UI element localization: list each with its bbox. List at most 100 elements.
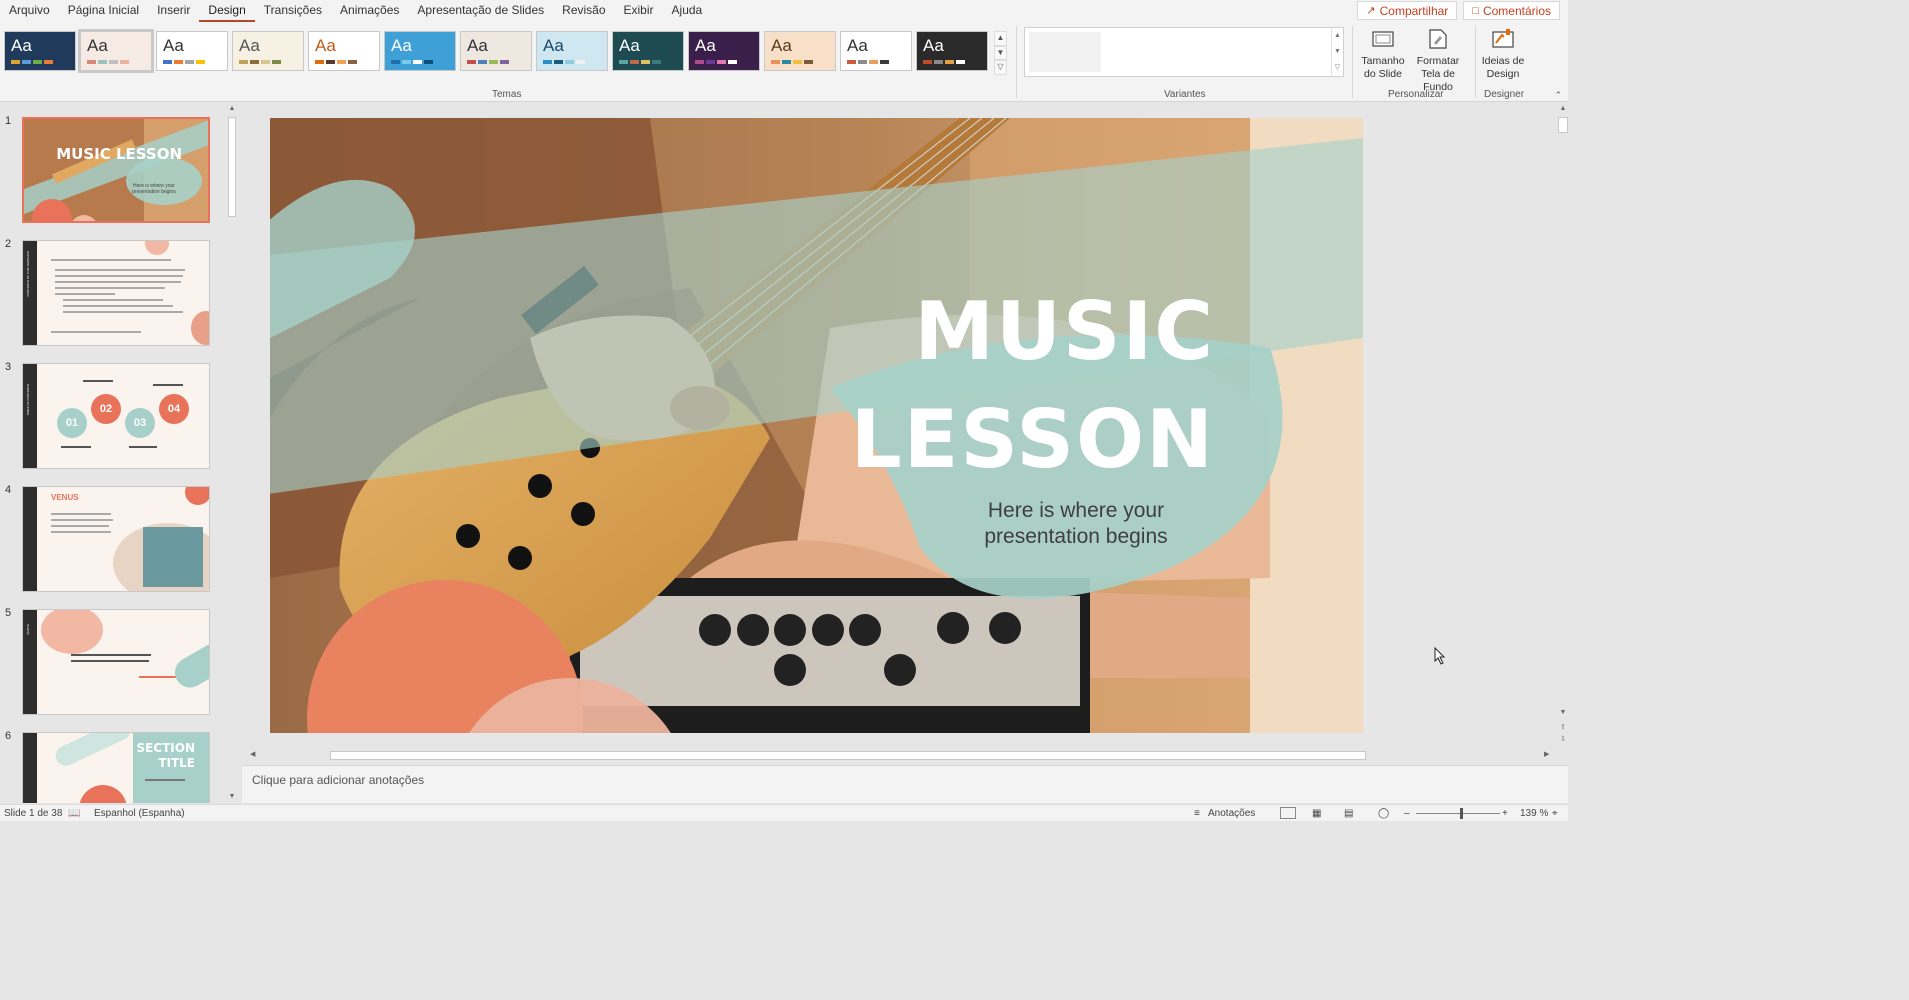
- theme-color-swatches: [619, 60, 661, 64]
- theme-thumbnail[interactable]: Aa: [840, 31, 912, 71]
- scroll-down-icon[interactable]: ▼: [226, 791, 238, 803]
- theme-thumbnail[interactable]: Aa: [612, 31, 684, 71]
- comments-button[interactable]: □ Comentários: [1463, 1, 1560, 20]
- theme-glyph: Aa: [239, 36, 260, 55]
- theme-thumbnail[interactable]: Aa: [384, 31, 456, 71]
- variants-gallery[interactable]: ▲ ▼ ▽: [1024, 27, 1344, 77]
- main-slide[interactable]: MUSIC LESSON Here is where your presenta…: [270, 118, 1363, 733]
- slide-subtitle[interactable]: Here is where your presentation begins: [960, 498, 1192, 550]
- canvas-vertical-scrollbar[interactable]: ▲ ▼ ⇧ ⇩: [1558, 103, 1568, 748]
- normal-view-icon[interactable]: [1280, 807, 1296, 819]
- collapse-ribbon-icon[interactable]: ⌃: [1554, 90, 1562, 101]
- theme-color-swatches: [239, 60, 281, 64]
- slide-thumbnail-2[interactable]: CONTENTS OF THIS TEMPLATE: [22, 240, 210, 346]
- theme-thumbnail[interactable]: Aa: [4, 31, 76, 71]
- scrollbar-thumb[interactable]: [330, 751, 1366, 760]
- scrollbar-thumb[interactable]: [1558, 117, 1568, 133]
- color-swatch: [424, 60, 433, 64]
- theme-thumbnail[interactable]: Aa: [916, 31, 988, 71]
- chevron-up-icon[interactable]: ▲: [1332, 28, 1343, 44]
- color-swatch: [706, 60, 715, 64]
- scroll-left-icon[interactable]: ◀: [250, 750, 255, 758]
- text-line: [129, 446, 157, 448]
- color-swatch: [619, 60, 628, 64]
- notes-placeholder[interactable]: Clique para adicionar anotações: [252, 773, 424, 787]
- theme-thumbnail[interactable]: Aa: [536, 31, 608, 71]
- more-icon[interactable]: ▽: [1332, 60, 1343, 76]
- next-slide-icon[interactable]: ⇩: [1558, 735, 1568, 743]
- comment-icon: □: [1472, 4, 1479, 17]
- color-swatch: [641, 60, 650, 64]
- theme-glyph: Aa: [923, 36, 944, 55]
- theme-thumbnail[interactable]: Aa: [764, 31, 836, 71]
- menu-apresentacao[interactable]: Apresentação de Slides: [408, 0, 553, 22]
- scroll-up-icon[interactable]: ▲: [226, 103, 238, 115]
- color-swatch: [196, 60, 205, 64]
- menu-inserir[interactable]: Inserir: [148, 0, 199, 22]
- theme-thumbnail[interactable]: Aa: [156, 31, 228, 71]
- language-indicator[interactable]: Espanhol (Espanha): [94, 808, 185, 819]
- theme-thumbnail[interactable]: Aa: [78, 29, 154, 73]
- thumbnail-title: SECTION TITLE: [136, 741, 195, 770]
- slide-thumbnail-4[interactable]: VENUS: [22, 486, 210, 592]
- slide-size-button[interactable]: Tamanho do Slide: [1360, 26, 1406, 81]
- slide-thumbnail-1[interactable]: MUSIC LESSON Here is where your presenta…: [22, 117, 210, 223]
- chevron-down-icon[interactable]: ▼: [1332, 44, 1343, 60]
- thumbnail-scrollbar[interactable]: ▲ ▼: [226, 103, 238, 803]
- color-swatch: [500, 60, 509, 64]
- menu-bar: Arquivo Página Inicial Inserir Design Tr…: [0, 0, 1568, 22]
- color-swatch: [793, 60, 802, 64]
- zoom-level[interactable]: 139 %: [1520, 808, 1548, 819]
- zoom-slider[interactable]: [1416, 813, 1500, 814]
- previous-slide-icon[interactable]: ⇧: [1558, 723, 1568, 731]
- notes-pane[interactable]: Clique para adicionar anotações: [242, 765, 1568, 803]
- menu-ajuda[interactable]: Ajuda: [663, 0, 712, 22]
- theme-thumbnail[interactable]: Aa: [232, 31, 304, 71]
- menu-arquivo[interactable]: Arquivo: [0, 0, 59, 22]
- theme-glyph: Aa: [695, 36, 716, 55]
- scroll-down-icon[interactable]: ▼: [1558, 709, 1568, 716]
- menu-transicoes[interactable]: Transições: [255, 0, 331, 22]
- canvas-horizontal-scrollbar[interactable]: ◀ ▶: [246, 750, 1556, 762]
- thumbnail-side-bar: [23, 733, 37, 803]
- theme-thumbnail[interactable]: Aa: [688, 31, 760, 71]
- fit-to-window-icon[interactable]: ⌖: [1552, 808, 1558, 819]
- menu-pagina-inicial[interactable]: Página Inicial: [59, 0, 148, 22]
- slide-thumbnail-5[interactable]: QUOTE: [22, 609, 210, 715]
- menu-animacoes[interactable]: Animações: [331, 0, 408, 22]
- slideshow-icon[interactable]: ◯: [1378, 808, 1389, 819]
- design-ideas-icon: [1490, 26, 1516, 52]
- zoom-in-icon[interactable]: +: [1502, 808, 1508, 819]
- slide-thumbnail-6[interactable]: SECTION TITLE: [22, 732, 210, 803]
- themes-gallery-scroll[interactable]: ▲ ▼ ▽: [994, 31, 1007, 76]
- design-ideas-button[interactable]: Ideias de Design: [1480, 26, 1526, 81]
- share-button[interactable]: ↗ Compartilhar: [1357, 1, 1458, 20]
- zoom-slider-knob[interactable]: [1460, 808, 1463, 819]
- menu-design[interactable]: Design: [199, 0, 255, 22]
- zoom-out-icon[interactable]: –: [1404, 808, 1410, 819]
- chevron-down-icon[interactable]: ▼: [994, 45, 1007, 61]
- notes-toggle-icon[interactable]: ≡: [1194, 808, 1200, 819]
- format-background-button[interactable]: Formatar Tela de Fundo: [1408, 26, 1468, 94]
- scrollbar-thumb[interactable]: [228, 117, 236, 217]
- reading-view-icon[interactable]: ▤: [1344, 808, 1353, 819]
- variants-scroll[interactable]: ▲ ▼ ▽: [1331, 28, 1343, 76]
- chevron-up-icon[interactable]: ▲: [994, 31, 1007, 46]
- decor-circle: [145, 241, 169, 255]
- slide-sorter-icon[interactable]: ▦: [1312, 808, 1321, 819]
- theme-thumbnail[interactable]: Aa: [460, 31, 532, 71]
- slide-thumbnail-3[interactable]: TABLE OF CONTENTS 01 02 03 04: [22, 363, 210, 469]
- theme-thumbnail[interactable]: Aa: [308, 31, 380, 71]
- scroll-up-icon[interactable]: ▲: [1558, 105, 1568, 112]
- menu-revisao[interactable]: Revisão: [553, 0, 614, 22]
- thumbnail-number: 4: [5, 484, 12, 496]
- scroll-right-icon[interactable]: ▶: [1544, 750, 1549, 758]
- more-icon[interactable]: ▽: [994, 60, 1007, 76]
- notes-toggle-label[interactable]: Anotações: [1208, 808, 1255, 819]
- text-line: [83, 380, 113, 382]
- color-swatch: [348, 60, 357, 64]
- slide-title[interactable]: MUSIC LESSON: [851, 278, 1215, 494]
- menu-exibir[interactable]: Exibir: [615, 0, 663, 22]
- spellcheck-icon[interactable]: 📖: [68, 808, 80, 819]
- variant-placeholder[interactable]: [1029, 32, 1101, 72]
